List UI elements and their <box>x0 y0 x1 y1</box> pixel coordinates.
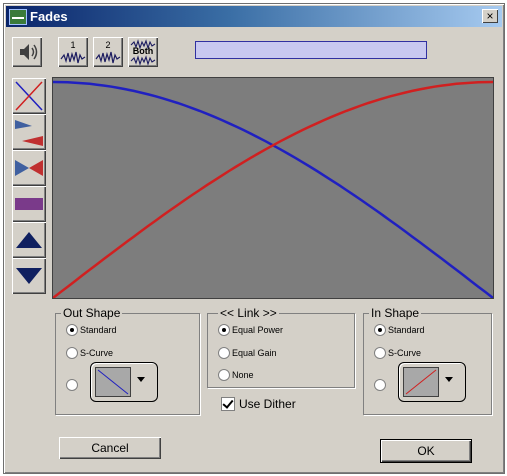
in-standard-label: Standard <box>388 325 425 335</box>
move-down-button[interactable] <box>12 258 46 294</box>
crossfade-shape-button[interactable] <box>12 78 46 114</box>
equal-power-label: Equal Power <box>232 325 284 335</box>
track-2-button[interactable]: 2 <box>93 37 123 67</box>
radio-dot <box>66 379 78 391</box>
ok-button[interactable]: OK <box>380 439 472 463</box>
chevron-down-icon <box>137 377 145 382</box>
radio-dot <box>374 347 386 359</box>
down-triangle-icon <box>16 268 42 284</box>
out-shape-dropdown[interactable] <box>90 362 158 402</box>
waveform-icon <box>95 51 121 64</box>
equal-gain-label: Equal Gain <box>232 348 277 358</box>
radio-dot <box>374 324 386 336</box>
cross-wedge-shape-button[interactable] <box>12 150 46 186</box>
cancel-button[interactable]: Cancel <box>59 437 161 459</box>
radio-dot <box>66 347 78 359</box>
radio-dot <box>218 347 230 359</box>
flat-shape-button[interactable] <box>12 186 46 222</box>
track-1-button[interactable]: 1 <box>58 37 88 67</box>
link-none-label: None <box>232 370 254 380</box>
radio-dot <box>374 379 386 391</box>
out-shape-legend: Out Shape <box>61 306 123 320</box>
up-triangle-icon <box>16 232 42 248</box>
wedge-shape-button[interactable] <box>12 114 46 150</box>
fade-in-curve <box>52 80 494 299</box>
speaker-button[interactable] <box>12 37 42 67</box>
close-button[interactable]: × <box>482 9 498 23</box>
window-title: Fades <box>30 9 68 24</box>
fade-curves <box>52 80 494 299</box>
fade-out-wedge-icon <box>15 120 43 146</box>
fade-graph[interactable] <box>52 77 494 299</box>
in-shape-group: In Shape Standard S-Curve <box>363 306 492 415</box>
waveform-icon <box>60 51 86 64</box>
crossfade-x-icon <box>15 81 43 111</box>
in-shape-legend: In Shape <box>369 306 422 320</box>
chevron-down-icon <box>445 377 453 382</box>
progress-bar <box>195 41 427 59</box>
radio-dot <box>218 324 230 336</box>
out-shape-group: Out Shape Standard S-Curve <box>55 306 200 415</box>
link-legend: << Link >> <box>218 306 279 320</box>
in-shape-preview <box>403 367 439 397</box>
flat-bar-icon <box>15 198 43 210</box>
move-up-button[interactable] <box>12 222 46 258</box>
in-s-curve-label: S-Curve <box>388 348 422 358</box>
link-group: << Link >> Equal Power Equal Gain None <box>207 306 355 388</box>
in-shape-dropdown[interactable] <box>398 362 466 402</box>
radio-dot <box>66 324 78 336</box>
cross-wedge-icon <box>15 160 43 176</box>
radio-dot <box>218 369 230 381</box>
both-tracks-button[interactable]: Both <box>128 37 158 67</box>
fade-out-curve <box>52 80 494 299</box>
out-standard-label: Standard <box>80 325 117 335</box>
checkbox-box <box>221 397 235 411</box>
out-shape-preview <box>95 367 131 397</box>
speaker-icon <box>20 44 38 60</box>
both-label: Both <box>132 46 154 56</box>
out-s-curve-label: S-Curve <box>80 348 114 358</box>
use-dither-label: Use Dither <box>239 397 296 411</box>
app-icon <box>9 9 27 25</box>
title-bar[interactable]: Fades × <box>6 6 502 27</box>
